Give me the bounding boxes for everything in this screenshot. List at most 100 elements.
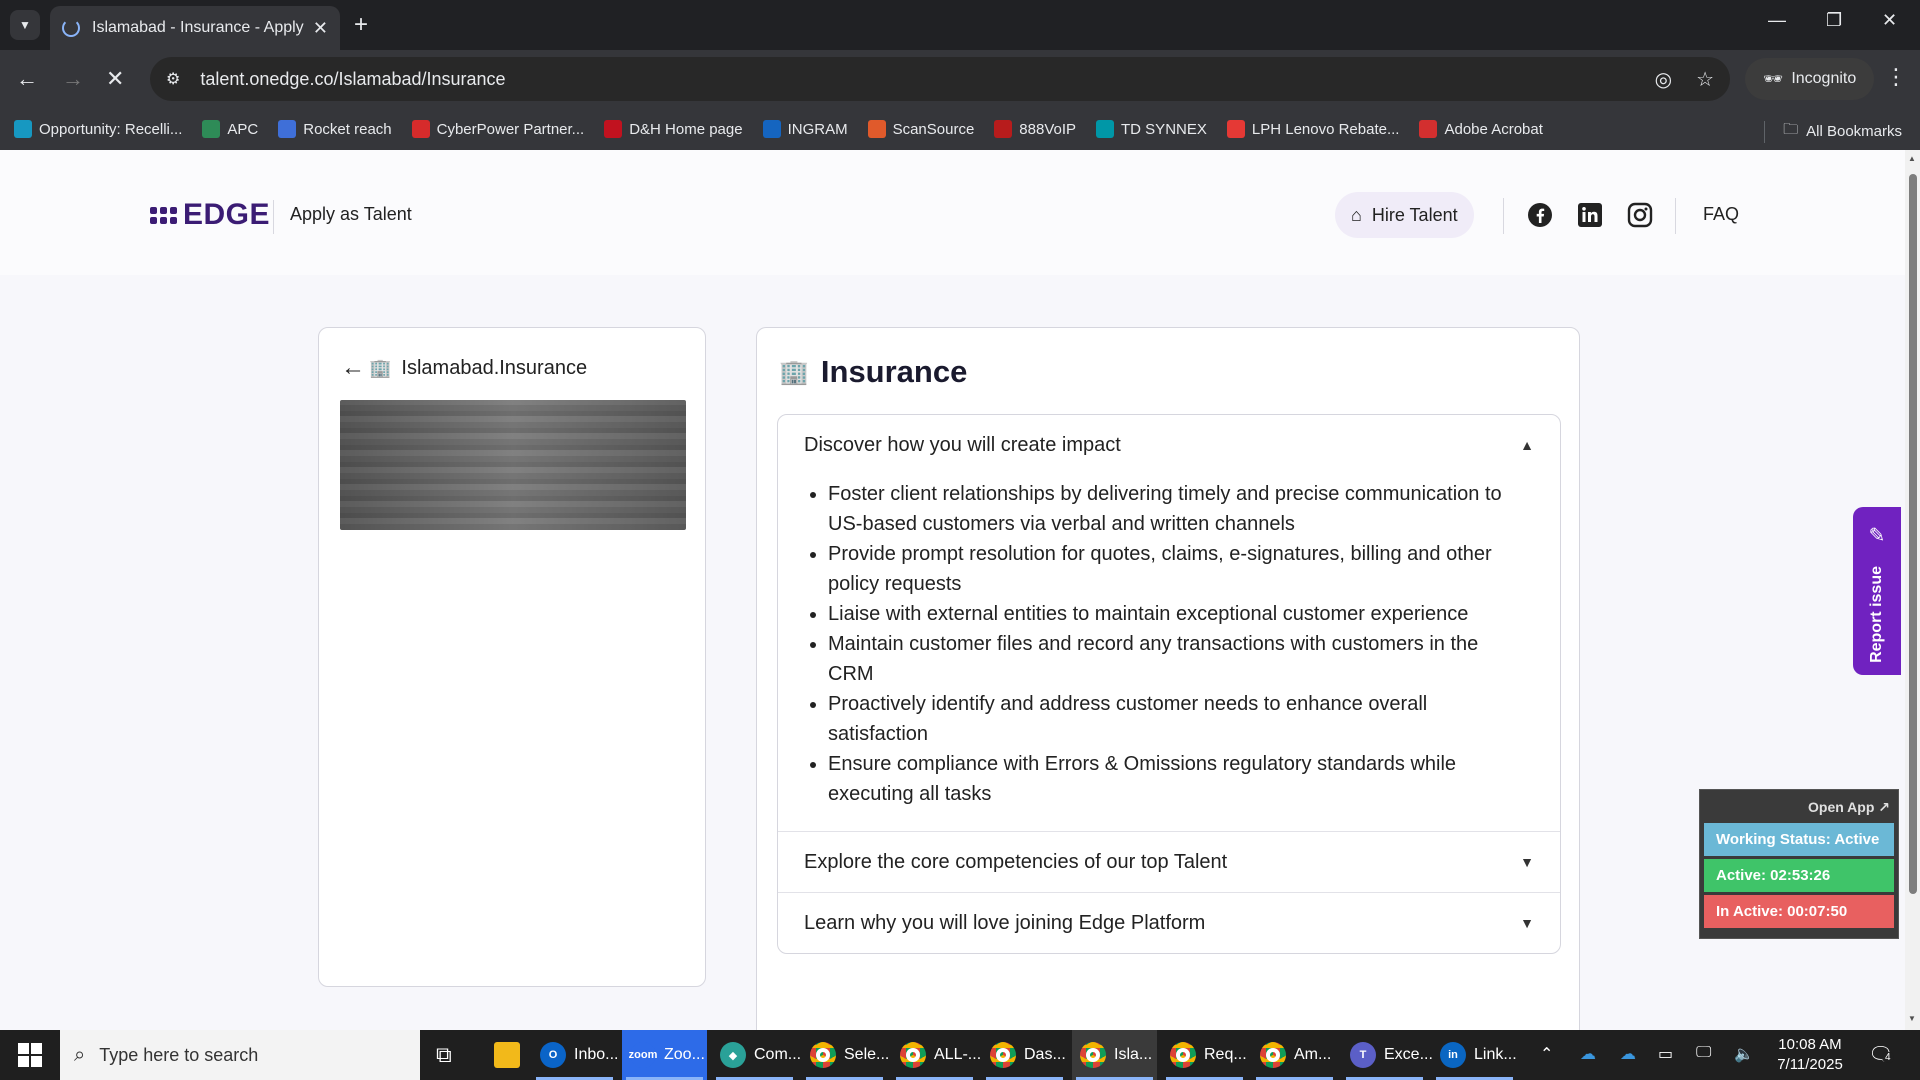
edge-logo[interactable]: EDGE: [150, 198, 270, 232]
bookmark-item[interactable]: CyberPower Partner...: [411, 120, 584, 138]
linkedin-icon[interactable]: [1577, 202, 1603, 228]
com-icon: ◆: [720, 1042, 746, 1068]
bookmark-item[interactable]: D&H Home page: [604, 120, 743, 138]
tray-chevron-up-icon[interactable]: ⌃: [1540, 1044, 1553, 1064]
notifications-icon[interactable]: 🗨 4: [1868, 1042, 1894, 1067]
taskbar-app[interactable]: Req...: [1162, 1030, 1247, 1080]
scroll-up-icon[interactable]: ▲: [1908, 154, 1916, 163]
bookmark-item[interactable]: INGRAM: [762, 120, 848, 138]
taskbar-app-label: Sele...: [844, 1046, 890, 1063]
bookmark-item[interactable]: Rocket reach: [278, 120, 392, 138]
taskbar-app[interactable]: O Inbo...: [532, 1030, 619, 1080]
accordion-item-impact: Discover how you will create impact ▲ Fo…: [778, 415, 1560, 832]
bookmark-item[interactable]: Opportunity: Recelli...: [14, 120, 182, 138]
chevron-down-icon: ▼: [1520, 854, 1534, 870]
taskbar-clock[interactable]: 10:08 AM 7/11/2025: [1760, 1035, 1860, 1075]
header-divider: [273, 200, 274, 234]
accordion-header-competencies[interactable]: Explore the core competencies of our top…: [778, 832, 1560, 892]
minimize-icon[interactable]: —: [1768, 10, 1786, 31]
back-arrow-icon[interactable]: ←: [16, 64, 38, 94]
faq-link[interactable]: FAQ: [1703, 204, 1739, 225]
back-arrow-icon[interactable]: ←: [341, 354, 365, 382]
volume-icon[interactable]: 🔈: [1734, 1044, 1754, 1064]
incognito-indicator[interactable]: 🕶 Incognito: [1745, 58, 1875, 100]
incognito-icon: 🕶: [1763, 71, 1784, 88]
tracking-eye-off-icon[interactable]: ◎: [1655, 67, 1672, 92]
taskbar-app[interactable]: Isla...: [1072, 1030, 1157, 1080]
close-window-icon[interactable]: ✕: [1882, 10, 1897, 31]
forward-arrow-icon[interactable]: →: [62, 64, 84, 94]
scroll-down-icon[interactable]: ▼: [1908, 1014, 1916, 1023]
chevron-up-icon: ▲: [1520, 437, 1534, 453]
bookmark-label: ScanSource: [892, 120, 975, 138]
accordion-heading: Learn why you will love joining Edge Pla…: [804, 911, 1206, 934]
windows-start-icon[interactable]: [18, 1043, 42, 1067]
taskbar-app[interactable]: zoom Zoo...: [622, 1030, 707, 1080]
browser-tab-active[interactable]: Islamabad - Insurance - Apply f ✕: [50, 6, 340, 50]
office-photo: [340, 400, 686, 530]
accordion-header-why-join[interactable]: Learn why you will love joining Edge Pla…: [778, 893, 1560, 953]
taskbar-app-label: Inbo...: [574, 1046, 619, 1063]
tdsynnex-icon: [1096, 120, 1115, 138]
browser-menu-icon[interactable]: ⋮: [1885, 64, 1907, 90]
tab-title: Islamabad - Insurance - Apply f: [92, 19, 305, 36]
close-tab-icon[interactable]: ✕: [313, 18, 328, 39]
job-details-card: 🏢 Insurance Discover how you will create…: [756, 327, 1580, 1030]
bookmark-star-icon[interactable]: ☆: [1696, 67, 1714, 92]
chrome-icon: [1260, 1042, 1286, 1068]
accordion-body-impact: Foster client relationships by deliverin…: [778, 475, 1560, 831]
bookmark-item[interactable]: TD SYNNEX: [1096, 120, 1207, 138]
clock-time: 10:08 AM: [1778, 1036, 1842, 1053]
pencil-icon: ✎: [1868, 525, 1886, 547]
accordion-item-why-join: Learn why you will love joining Edge Pla…: [778, 893, 1560, 953]
chrome-icon: [1080, 1042, 1106, 1068]
taskbar-app[interactable]: Am...: [1252, 1030, 1337, 1080]
page-viewport: EDGE Apply as Talent ⌂ Hire Talent FAQ ←…: [0, 150, 1905, 1030]
stop-loading-icon[interactable]: ✕: [106, 64, 124, 94]
home-icon: ⌂: [1351, 204, 1362, 225]
site-info-icon[interactable]: ⚙: [166, 69, 180, 89]
bookmark-item[interactable]: LPH Lenovo Rebate...: [1226, 120, 1400, 138]
bookmark-item[interactable]: ScanSource: [867, 120, 975, 138]
taskbar-app[interactable]: in Link...: [1432, 1030, 1517, 1080]
bookmark-label: LPH Lenovo Rebate...: [1251, 120, 1400, 138]
lenovo-icon: [1226, 120, 1245, 138]
onedrive-icon[interactable]: ☁: [1580, 1044, 1596, 1064]
bookmark-item[interactable]: 888VoIP: [994, 120, 1076, 138]
restore-icon[interactable]: ❐: [1826, 10, 1842, 31]
tab-search-button[interactable]: ▼: [10, 10, 40, 40]
open-app-link[interactable]: Open App ↗: [1704, 794, 1894, 820]
instagram-icon[interactable]: [1627, 202, 1653, 228]
search-icon: ⌕: [74, 1043, 86, 1066]
battery-icon[interactable]: ▭: [1658, 1044, 1673, 1064]
teams-icon: T: [1350, 1042, 1376, 1068]
facebook-icon[interactable]: [1527, 202, 1553, 228]
all-bookmarks[interactable]: 🗀 All Bookmarks: [1764, 119, 1902, 144]
taskbar-search[interactable]: ⌕ Type here to search: [60, 1030, 420, 1080]
bookmark-item[interactable]: Adobe Acrobat: [1419, 120, 1543, 138]
taskbar-app[interactable]: Sele...: [802, 1030, 890, 1080]
network-icon[interactable]: 🖵: [1696, 1044, 1711, 1062]
apply-as-talent-link[interactable]: Apply as Talent: [290, 204, 412, 225]
report-issue-button[interactable]: ✎ Report issue: [1853, 507, 1901, 675]
new-tab-button[interactable]: +: [354, 12, 368, 38]
office-title: Islamabad.Insurance: [401, 356, 588, 379]
folder-icon: [494, 1042, 520, 1068]
page-scrollbar[interactable]: ▲ ▼: [1905, 150, 1920, 1030]
taskbar-app[interactable]: ◆ Com...: [712, 1030, 801, 1080]
list-item: Maintain customer files and record any t…: [828, 629, 1520, 689]
task-view-icon[interactable]: ⧉: [436, 1042, 452, 1068]
taskbar-app-label: Link...: [1474, 1046, 1517, 1063]
accordion-heading: Discover how you will create impact: [804, 433, 1121, 456]
taskbar-app-file-explorer[interactable]: [486, 1030, 530, 1080]
hire-talent-button[interactable]: ⌂ Hire Talent: [1335, 192, 1474, 238]
bookmark-item[interactable]: APC: [202, 120, 258, 138]
taskbar-app[interactable]: Das...: [982, 1030, 1067, 1080]
scrollbar-thumb[interactable]: [1909, 174, 1917, 894]
onedrive-icon[interactable]: ☁: [1620, 1044, 1636, 1064]
accordion-header-impact[interactable]: Discover how you will create impact ▲: [778, 415, 1560, 475]
taskbar-app[interactable]: ALL-...: [892, 1030, 981, 1080]
outlook-icon: O: [540, 1042, 566, 1068]
address-bar[interactable]: ⚙ talent.onedge.co/Islamabad/Insurance ◎…: [150, 57, 1730, 101]
taskbar-app[interactable]: T Exce...: [1342, 1030, 1433, 1080]
